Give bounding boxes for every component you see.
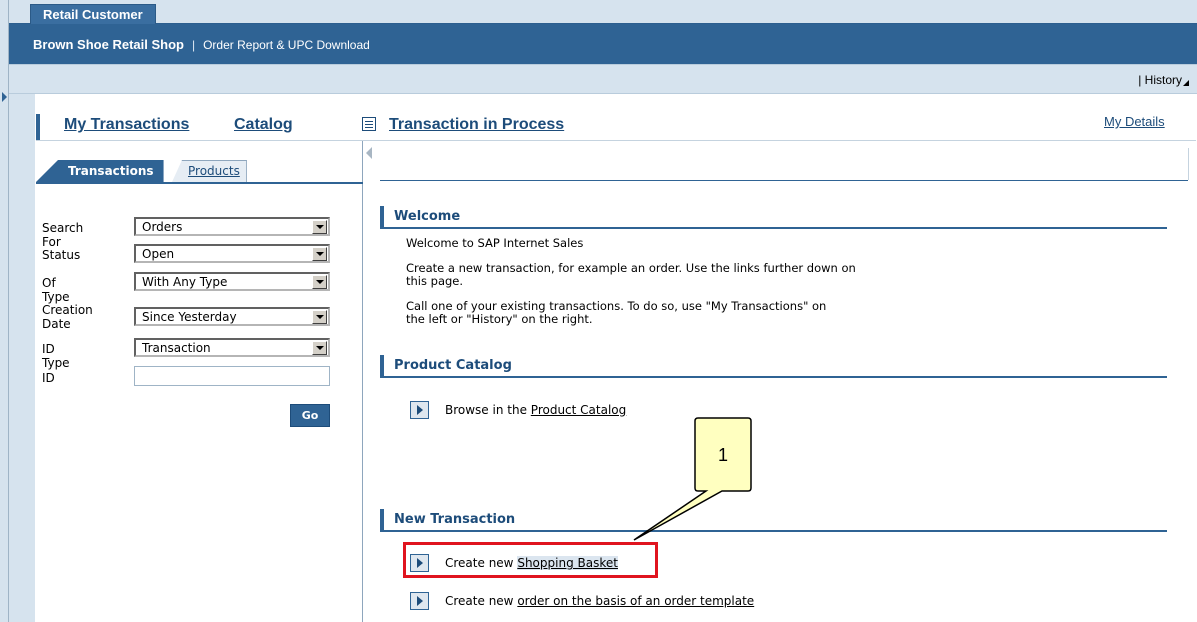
create-new-prefix: Create new xyxy=(445,594,514,608)
browse-catalog-text: Browse in the Product Catalog xyxy=(445,403,626,417)
shop-navigation: Brown Shoe Retail Shop | Order Report & UP… xyxy=(33,37,370,52)
history-bar: | History xyxy=(9,64,1197,94)
history-link[interactable]: | History xyxy=(1138,73,1189,87)
content-top-rule xyxy=(380,180,1188,181)
section-accent-bar xyxy=(380,206,384,229)
tab-retail-customer[interactable]: Retail Customer xyxy=(30,4,156,24)
panel-tabs: Transactions Products xyxy=(36,160,363,184)
of-type-label: Of Type xyxy=(42,276,70,304)
expand-sidebar-arrow-icon[interactable] xyxy=(2,92,7,102)
product-catalog-link[interactable]: Product Catalog xyxy=(531,403,626,417)
transaction-document-icon xyxy=(362,117,376,131)
welcome-title: Welcome xyxy=(394,209,461,224)
welcome-line-1: Welcome to SAP Internet Sales xyxy=(406,236,584,250)
transaction-in-process-link[interactable]: Transaction in Process xyxy=(389,116,564,134)
tab-transactions[interactable]: Transactions xyxy=(36,160,164,182)
status-value: Open xyxy=(142,247,175,261)
search-for-value: Orders xyxy=(142,220,183,234)
collapse-panel-arrow-icon[interactable] xyxy=(366,147,372,159)
chevron-down-icon[interactable] xyxy=(312,247,327,261)
my-transactions-link[interactable]: My Transactions xyxy=(64,116,189,134)
section-accent-bar xyxy=(380,509,384,532)
id-type-value: Transaction xyxy=(142,341,211,355)
new-transaction-title: New Transaction xyxy=(394,512,516,527)
catalog-link[interactable]: Catalog xyxy=(234,116,293,134)
id-type-label: ID Type xyxy=(42,342,70,370)
history-separator: | xyxy=(1138,73,1142,87)
search-for-label: Search For xyxy=(42,221,84,249)
callout-shape xyxy=(633,417,752,541)
callout-balloon: 1 xyxy=(633,417,752,541)
nav-separator: | xyxy=(191,38,196,52)
expand-corner-icon xyxy=(1183,80,1189,86)
of-type-select[interactable]: With Any Type xyxy=(134,272,330,291)
header-accent-bar xyxy=(36,114,40,140)
go-button[interactable]: Go xyxy=(290,404,330,427)
callout-number: 1 xyxy=(718,445,728,465)
product-catalog-section-header: Product Catalog xyxy=(380,355,1167,378)
history-label: History xyxy=(1144,73,1182,87)
browse-catalog-prefix: Browse in the xyxy=(445,403,527,417)
status-select[interactable]: Open xyxy=(134,244,330,263)
order-report-link[interactable]: Order Report & UPC Download xyxy=(203,38,370,52)
new-transaction-section-header: New Transaction xyxy=(380,509,1167,532)
status-label: Status xyxy=(42,248,81,262)
application-tab-row: Retail Customer xyxy=(9,0,1197,24)
id-label: ID xyxy=(42,371,55,385)
welcome-line-2: Create a new transaction, for example an… xyxy=(406,261,856,288)
of-type-value: With Any Type xyxy=(142,275,228,289)
chevron-down-icon[interactable] xyxy=(312,220,327,234)
left-gutter xyxy=(9,94,35,622)
search-for-select[interactable]: Orders xyxy=(134,217,330,236)
chevron-down-icon[interactable] xyxy=(312,275,327,289)
chevron-down-icon[interactable] xyxy=(312,310,327,324)
shop-navigation-bar: Brown Shoe Retail Shop | Order Report & UP… xyxy=(9,24,1197,64)
creation-date-select[interactable]: Since Yesterday xyxy=(134,307,330,326)
order-template-link[interactable]: order on the basis of an order template xyxy=(517,594,754,608)
my-details-link[interactable]: My Details xyxy=(1104,114,1165,129)
play-arrow-icon[interactable] xyxy=(410,401,429,419)
chevron-down-icon[interactable] xyxy=(312,341,327,355)
welcome-section-header: Welcome xyxy=(380,206,1167,229)
tab-products[interactable]: Products xyxy=(172,160,247,182)
welcome-line-3: Call one of your existing transactions. … xyxy=(406,299,827,326)
product-catalog-title: Product Catalog xyxy=(394,358,512,373)
id-input[interactable] xyxy=(134,366,330,386)
shop-name-link[interactable]: Brown Shoe Retail Shop xyxy=(33,37,184,52)
left-search-panel: Transactions Products Search For Orders … xyxy=(36,141,363,622)
section-accent-bar xyxy=(380,355,384,378)
creation-date-label: Creation Date xyxy=(42,303,93,331)
content-frame-edge xyxy=(1188,148,1189,180)
create-from-template-text: Create new order on the basis of an orde… xyxy=(445,594,754,608)
play-arrow-icon[interactable] xyxy=(410,592,429,610)
creation-date-value: Since Yesterday xyxy=(142,310,237,324)
id-type-select[interactable]: Transaction xyxy=(134,338,330,357)
